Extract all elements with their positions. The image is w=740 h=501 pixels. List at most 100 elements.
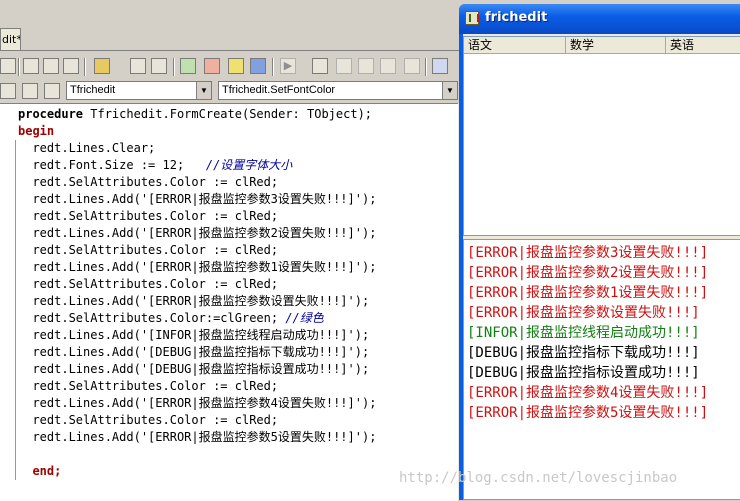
unit-icon[interactable]: [63, 58, 79, 74]
chevron-down-icon[interactable]: ▼: [442, 82, 457, 99]
log-line: [DEBUG|报盘监控指标下载成功!!!]: [467, 345, 700, 361]
class-combo[interactable]: Tfrichedit ▼: [66, 81, 212, 100]
code-token: redt.Lines.Add('[ERROR|报盘监控参数2设置失败!!!]')…: [18, 226, 377, 240]
code-token: redt.SelAttributes.Color:=clGreen;: [18, 311, 286, 325]
code-line: redt.Font.Size := 12; //设置字体大小: [18, 157, 376, 174]
source-code: procedure Tfrichedit.FormCreate(Sender: …: [18, 106, 376, 480]
pause-icon[interactable]: [312, 58, 328, 74]
code-token: redt.SelAttributes.Color := clRed;: [18, 277, 279, 291]
window-title: frichedit: [485, 10, 548, 25]
method-combo[interactable]: Tfrichedit.SetFontColor ▼: [218, 81, 458, 100]
code-token: begin: [18, 124, 55, 138]
step-over-icon[interactable]: [358, 58, 374, 74]
toggle-icon[interactable]: [228, 58, 244, 74]
toolbar-separator: [272, 58, 274, 76]
code-token: redt.Lines.Add('[INFOR|报盘监控线程启动成功!!!]');: [18, 328, 370, 342]
grid-header-english[interactable]: 英语: [666, 37, 740, 53]
code-editor[interactable]: procedure Tfrichedit.FormCreate(Sender: …: [0, 103, 458, 501]
trace-into-icon[interactable]: [336, 58, 352, 74]
code-line: redt.Lines.Add('[DEBUG|报盘监控指标设置成功!!!]');: [18, 361, 376, 378]
code-token: redt.SelAttributes.Color := clRed;: [18, 209, 279, 223]
class-combo-value: Tfrichedit: [70, 84, 116, 96]
code-line: redt.SelAttributes.Color := clRed;: [18, 242, 376, 259]
add-file-icon[interactable]: [180, 58, 196, 74]
help-icon[interactable]: [250, 58, 266, 74]
code-token: redt.Lines.Add('[DEBUG|报盘监控指标下载成功!!!]');: [18, 345, 370, 359]
window-client: 语文 数学 英语 [ERROR|报盘监控参数3设置失败!!!] [ERROR|报盘…: [463, 34, 740, 500]
code-line: redt.SelAttributes.Color := clRed;: [18, 412, 376, 429]
log-line: [ERROR|报盘监控参数4设置失败!!!]: [467, 385, 709, 401]
form-icon[interactable]: [43, 58, 59, 74]
code-line: redt.Lines.Add('[ERROR|报盘监控参数3设置失败!!!]')…: [18, 191, 376, 208]
ide-window: dit* ▶ Tfrichedit ▼ Tfrichedit.SetFontCo…: [0, 0, 470, 501]
code-line: redt.Lines.Add('[ERROR|报盘监控参数2设置失败!!!]')…: [18, 225, 376, 242]
code-line: redt.SelAttributes.Color := clRed;: [18, 174, 376, 191]
code-token: redt.SelAttributes.Color := clRed;: [18, 243, 279, 257]
log-lines: [ERROR|报盘监控参数3设置失败!!!] [ERROR|报盘监控参数2设置失败…: [467, 243, 708, 423]
grid-header-chinese[interactable]: 语文: [464, 37, 566, 53]
code-token: redt.Lines.Add('[ERROR|报盘监控参数1设置失败!!!]')…: [18, 260, 377, 274]
component-palette-icon[interactable]: [432, 58, 448, 74]
code-token: Tfrichedit.FormCreate(Sender: TObject);: [83, 107, 373, 121]
new-icon[interactable]: [0, 58, 16, 74]
log-line: [ERROR|报盘监控参数3设置失败!!!]: [467, 245, 709, 261]
code-line: redt.Lines.Add('[INFOR|报盘监控线程启动成功!!!]');: [18, 327, 376, 344]
code-line: end;: [18, 463, 376, 480]
ide-toolbar: ▶: [0, 56, 460, 78]
grid-header-math[interactable]: 数学: [566, 37, 666, 53]
code-token: redt.SelAttributes.Color := clRed;: [18, 413, 279, 427]
run-icon[interactable]: ▶: [280, 58, 296, 74]
save-all-icon[interactable]: [151, 58, 167, 74]
log-line: [ERROR|报盘监控参数2设置失败!!!]: [467, 265, 709, 281]
score-grid[interactable]: 语文 数学 英语: [463, 36, 740, 236]
code-token: redt.Lines.Add('[DEBUG|报盘监控指标设置成功!!!]');: [18, 362, 370, 376]
code-token: redt.Lines.Add('[ERROR|报盘监控参数3设置失败!!!]')…: [18, 192, 377, 206]
log-line: [ERROR|报盘监控参数5设置失败!!!]: [467, 405, 709, 421]
evaluate-icon[interactable]: [404, 58, 420, 74]
toolbar-separator: [173, 58, 175, 76]
code-token: redt.SelAttributes.Color := clRed;: [18, 175, 279, 189]
editor-tab[interactable]: dit*: [0, 28, 21, 51]
title-bar[interactable]: frichedit: [459, 4, 740, 34]
code-line: redt.Lines.Add('[ERROR|报盘监控参数设置失败!!!]');: [18, 293, 376, 310]
log-line: [DEBUG|报盘监控指标设置成功!!!]: [467, 365, 700, 381]
grid-header: 语文 数学 英语: [464, 37, 740, 54]
rich-edit-log[interactable]: [ERROR|报盘监控参数3设置失败!!!] [ERROR|报盘监控参数2设置失败…: [463, 239, 740, 500]
code-token: redt.Font.Size := 12;: [18, 158, 206, 172]
open-folder-icon[interactable]: [94, 58, 110, 74]
remove-file-icon[interactable]: [204, 58, 220, 74]
chevron-down-icon[interactable]: ▼: [196, 82, 211, 99]
run-to-cursor-icon[interactable]: [380, 58, 396, 74]
toolbar-separator: [84, 58, 86, 76]
code-line: redt.Lines.Add('[ERROR|报盘监控参数4设置失败!!!]')…: [18, 395, 376, 412]
code-token: //绿色: [285, 311, 324, 325]
log-line: [INFOR|报盘监控线程启动成功!!!]: [467, 325, 700, 341]
toolbar-separator: [18, 58, 20, 76]
watermark: http://blog.csdn.net/lovescjinbao: [399, 470, 678, 486]
window-icon[interactable]: [23, 58, 39, 74]
block-guide-line: [15, 140, 16, 480]
code-token: redt.SelAttributes.Color := clRed;: [18, 379, 279, 393]
log-line: [ERROR|报盘监控参数1设置失败!!!]: [467, 285, 709, 301]
code-line: redt.Lines.Add('[DEBUG|报盘监控指标下载成功!!!]');: [18, 344, 376, 361]
bookmark-icon[interactable]: [0, 83, 16, 99]
log-line: [ERROR|报盘监控参数设置失败!!!]: [467, 305, 700, 321]
impl-icon[interactable]: [44, 83, 60, 99]
intf-icon[interactable]: [22, 83, 38, 99]
code-line: redt.Lines.Add('[ERROR|报盘监控参数1设置失败!!!]')…: [18, 259, 376, 276]
toolbar-separator: [425, 58, 427, 76]
code-line: redt.Lines.Clear;: [18, 140, 376, 157]
app-icon: [465, 11, 479, 25]
code-line: redt.SelAttributes.Color := clRed;: [18, 208, 376, 225]
save-icon[interactable]: [130, 58, 146, 74]
code-line: redt.SelAttributes.Color := clRed;: [18, 378, 376, 395]
code-line: redt.SelAttributes.Color:=clGreen; //绿色: [18, 310, 376, 327]
tab-divider: [0, 50, 470, 51]
app-window: frichedit 语文 数学 英语 [ERROR|报盘监控参数3设置失败!!!…: [459, 4, 740, 500]
editor-combo-row: Tfrichedit ▼ Tfrichedit.SetFontColor ▼: [0, 80, 460, 102]
code-line: procedure Tfrichedit.FormCreate(Sender: …: [18, 106, 376, 123]
code-line: redt.Lines.Add('[ERROR|报盘监控参数5设置失败!!!]')…: [18, 429, 376, 446]
code-token: redt.Lines.Add('[ERROR|报盘监控参数4设置失败!!!]')…: [18, 396, 377, 410]
code-token: redt.Lines.Add('[ERROR|报盘监控参数设置失败!!!]');: [18, 294, 370, 308]
code-line: redt.SelAttributes.Color := clRed;: [18, 276, 376, 293]
